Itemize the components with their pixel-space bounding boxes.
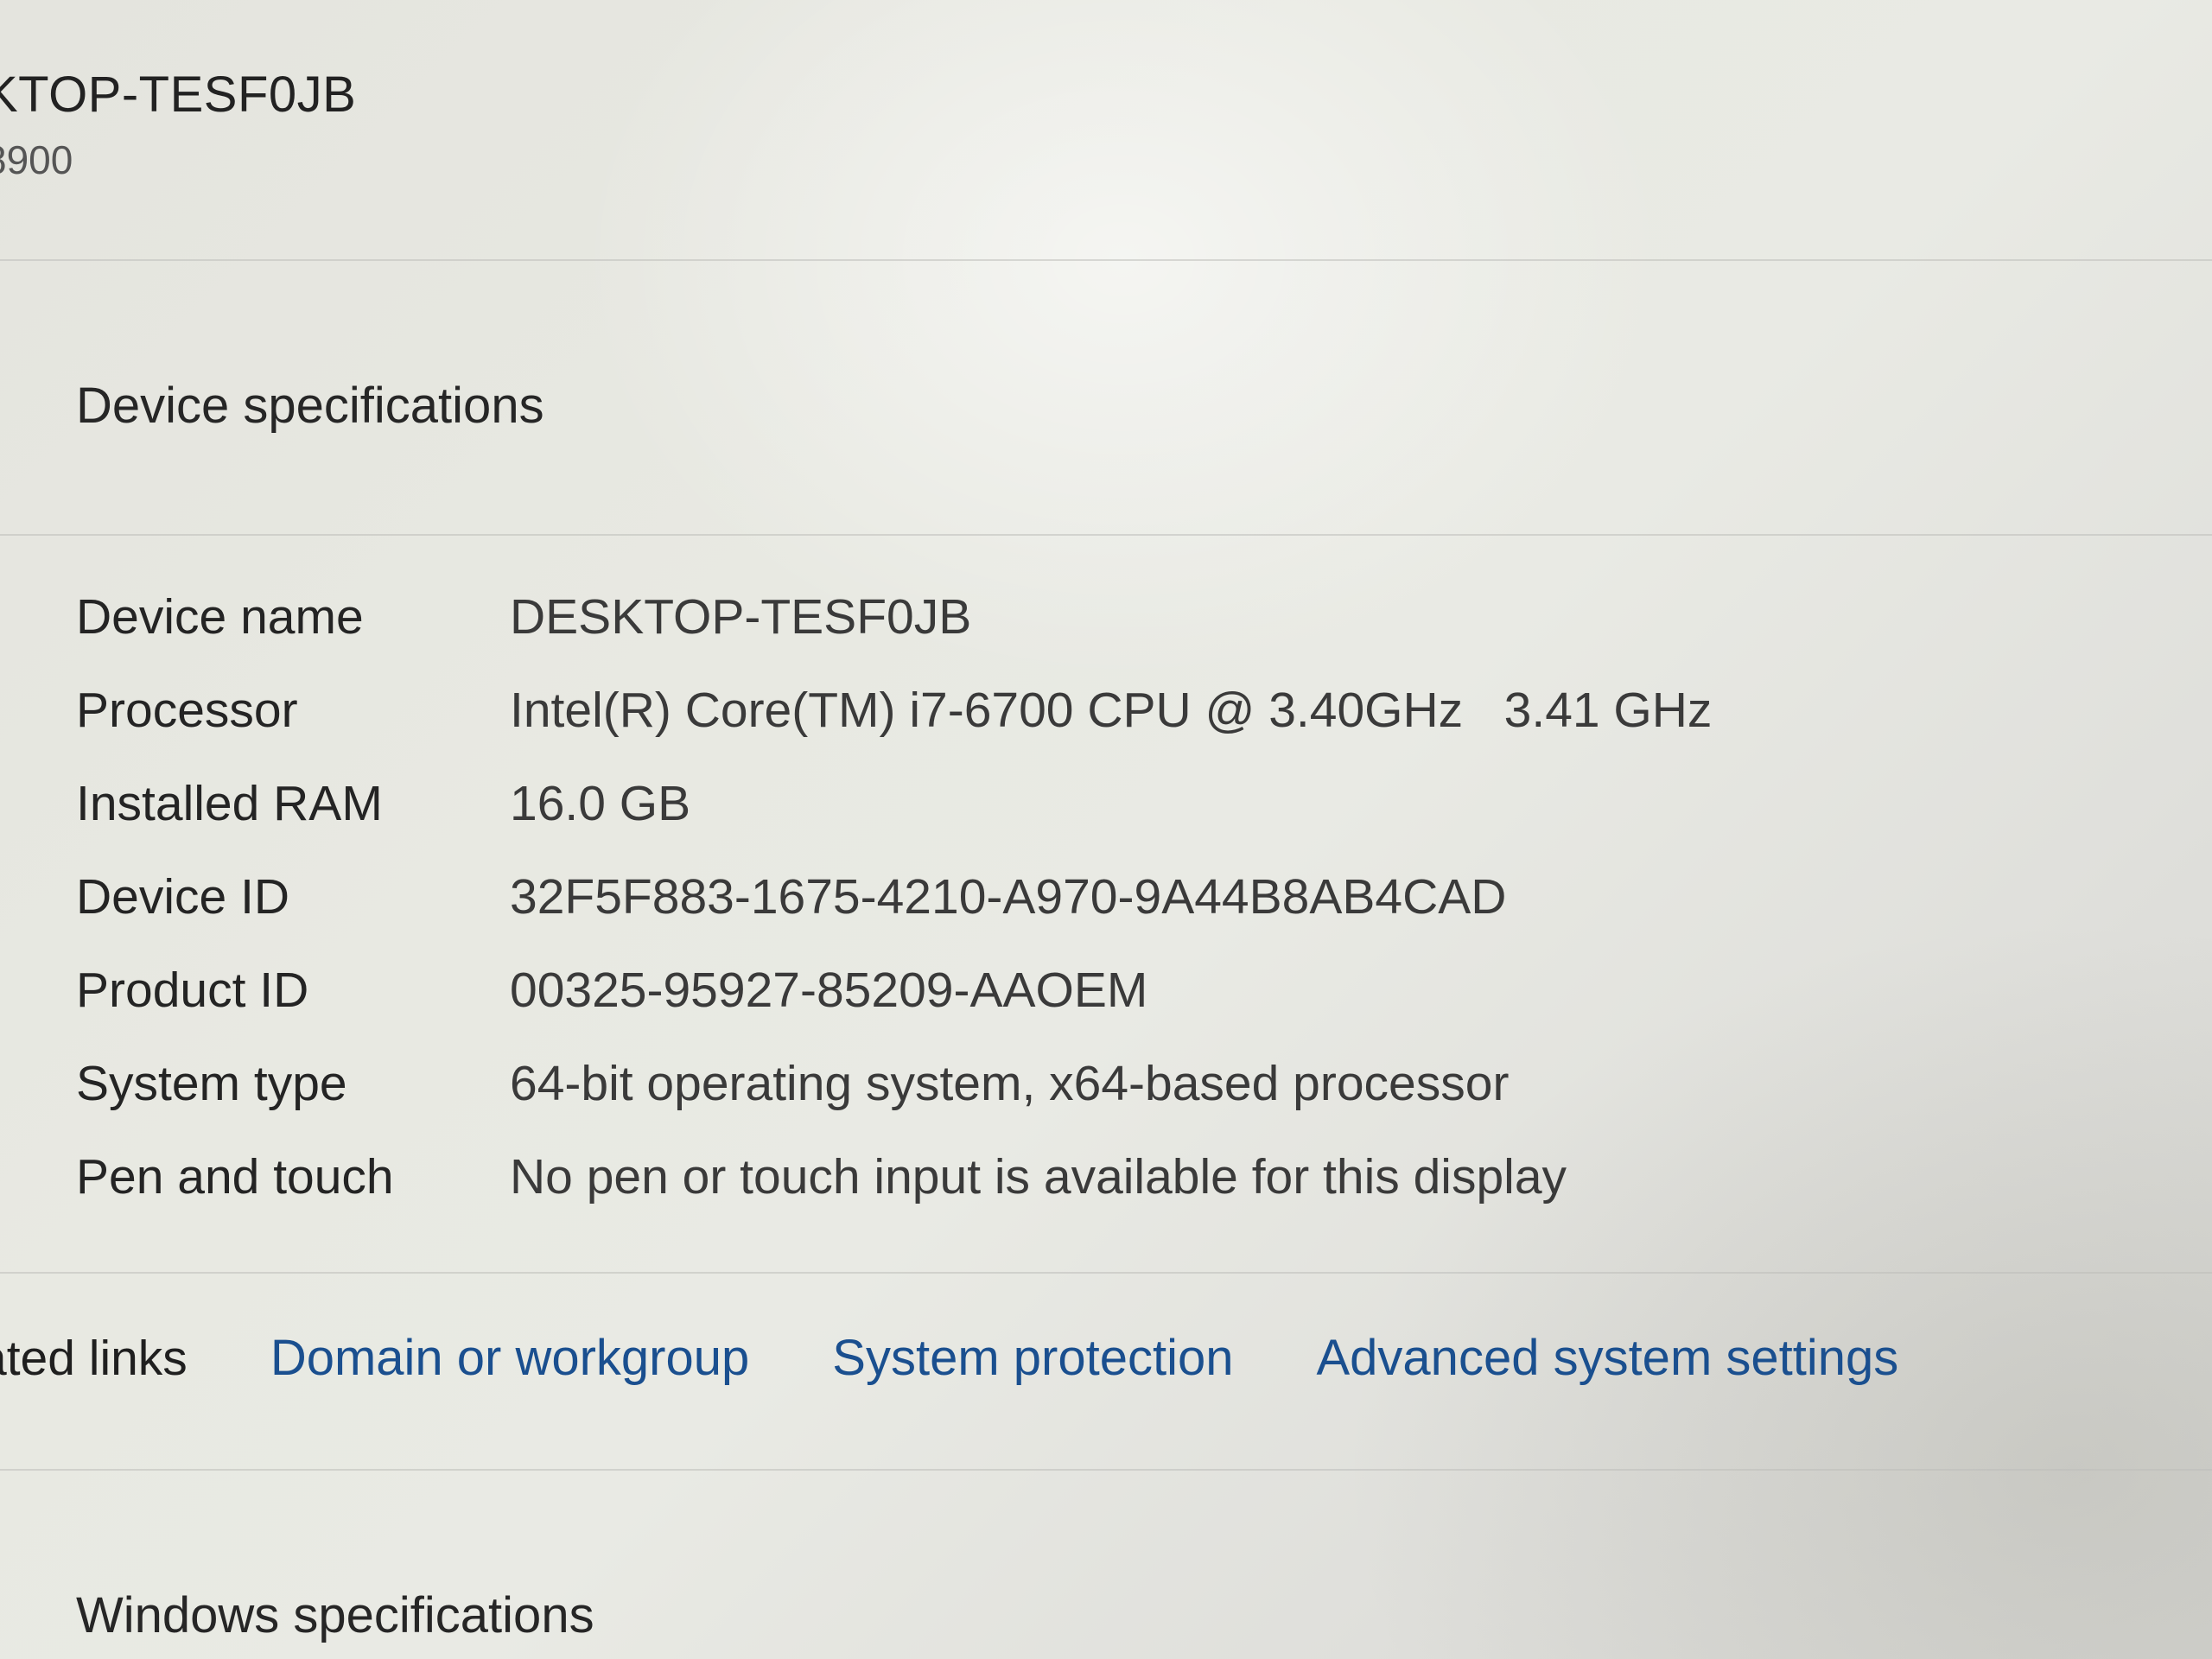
- divider: [0, 534, 2212, 536]
- windows-specifications-title: Windows specifications: [76, 1587, 594, 1643]
- device-specifications-title: Device specifications: [76, 378, 544, 434]
- spec-value: No pen or touch input is available for t…: [510, 1149, 1567, 1205]
- link-domain-or-workgroup[interactable]: Domain or workgroup: [270, 1329, 749, 1387]
- spec-label: Installed RAM: [76, 776, 383, 831]
- spec-label: Pen and touch: [76, 1149, 394, 1205]
- spec-row-system-type: System type 64-bit operating system, x64…: [76, 1037, 1891, 1130]
- spec-value: 00325-95927-85209-AAOEM: [510, 963, 1148, 1018]
- spec-label: Processor: [76, 683, 298, 738]
- link-system-protection[interactable]: System protection: [832, 1329, 1233, 1387]
- spec-row-product-id: Product ID 00325-95927-85209-AAOEM: [76, 944, 1891, 1037]
- spec-value: DESKTOP-TESF0JB: [510, 589, 972, 645]
- spec-label: Device name: [76, 589, 364, 645]
- spec-row-device-id: Device ID 32F5F883-1675-4210-A970-9A44B8…: [76, 850, 1891, 944]
- spec-row-processor: Processor Intel(R) Core(TM) i7-6700 CPU …: [76, 664, 1891, 757]
- spec-row-pen-and-touch: Pen and touch No pen or touch input is a…: [76, 1130, 1891, 1224]
- divider: [0, 259, 2212, 261]
- top-model-number: 8900: [0, 137, 73, 182]
- spec-value: Intel(R) Core(TM) i7-6700 CPU @ 3.40GHz …: [510, 683, 1713, 738]
- spec-value: 16.0 GB: [510, 776, 691, 831]
- related-links: ated links Domain or workgroup System pr…: [0, 1329, 1981, 1387]
- divider: [0, 1272, 2212, 1274]
- top-device-name: KTOP-TESF0JB: [0, 67, 357, 123]
- spec-row-installed-ram: Installed RAM 16.0 GB: [76, 757, 1891, 850]
- spec-label: Device ID: [76, 869, 290, 925]
- device-specifications-table: Device name DESKTOP-TESF0JB Processor In…: [76, 570, 1891, 1224]
- spec-row-device-name: Device name DESKTOP-TESF0JB: [76, 570, 1891, 664]
- spec-label: Product ID: [76, 963, 309, 1018]
- divider: [0, 1469, 2212, 1471]
- link-advanced-system-settings[interactable]: Advanced system settings: [1316, 1329, 1898, 1387]
- related-links-label: ated links: [0, 1331, 188, 1386]
- spec-value: 64-bit operating system, x64-based proce…: [510, 1056, 1510, 1111]
- spec-label: System type: [76, 1056, 347, 1111]
- spec-value: 32F5F883-1675-4210-A970-9A44B8AB4CAD: [510, 869, 1507, 925]
